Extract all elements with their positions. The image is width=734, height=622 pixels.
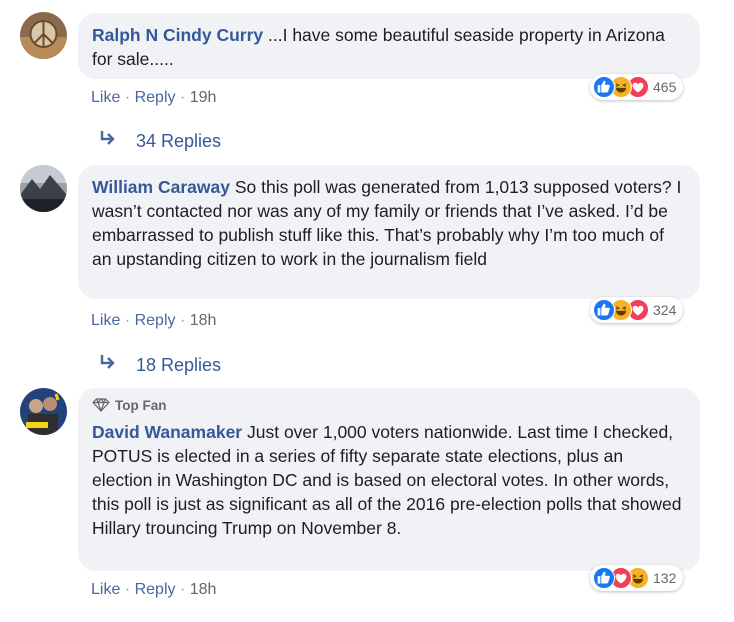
comment-text-block: Ralph N Cindy Curry ...I have some beaut… [92,23,686,71]
like-link[interactable]: Like [91,312,120,329]
reactions-summary[interactable]: 465 [590,74,684,100]
reactions-summary[interactable]: 132 [590,565,684,591]
like-icon [593,567,615,589]
comment-author[interactable]: David Wanamaker [92,422,242,442]
timestamp[interactable]: 19h [190,89,217,106]
comment-author[interactable]: Ralph N Cindy Curry [92,25,263,45]
view-replies-link[interactable]: 34 Replies [98,129,221,154]
reply-link[interactable]: Reply [135,581,176,598]
separator: · [179,312,186,329]
separator: · [179,89,186,106]
like-link[interactable]: Like [91,89,120,106]
avatar[interactable] [20,12,67,59]
reply-link[interactable]: Reply [135,312,176,329]
comment-bubble: Top Fan David Wanamaker Just over 1,000 … [78,388,700,571]
reaction-count: 324 [653,302,677,318]
separator: · [124,89,131,106]
replies-count[interactable]: 18 Replies [136,355,221,376]
timestamp[interactable]: 18h [190,581,217,598]
reply-arrow-icon [98,129,120,154]
separator: · [124,581,131,598]
view-replies-link[interactable]: 18 Replies [98,353,221,378]
top-fan-label: Top Fan [115,397,167,413]
comment-text-block: David Wanamaker Just over 1,000 voters n… [92,420,686,540]
comment-actions: Like · Reply · 19h [91,89,216,107]
separator: · [179,581,186,598]
comment-actions: Like · Reply · 18h [91,581,216,599]
separator: · [124,312,131,329]
reply-arrow-icon [98,353,120,378]
comment-text-block: William Caraway So this poll was generat… [92,175,686,271]
comment-bubble: William Caraway So this poll was generat… [78,165,700,299]
comment-author[interactable]: William Caraway [92,177,230,197]
reactions-summary[interactable]: 324 [590,297,684,323]
replies-count[interactable]: 34 Replies [136,131,221,152]
like-link[interactable]: Like [91,581,120,598]
avatar[interactable] [20,165,67,212]
like-icon [593,76,615,98]
top-fan-badge[interactable]: Top Fan [92,395,686,415]
timestamp[interactable]: 18h [190,312,217,329]
reaction-count: 132 [653,570,677,586]
reaction-count: 465 [653,79,677,95]
avatar[interactable] [20,388,67,435]
comment-actions: Like · Reply · 18h [91,312,216,330]
diamond-icon [92,398,110,412]
reply-link[interactable]: Reply [135,89,176,106]
like-icon [593,299,615,321]
comment-bubble: Ralph N Cindy Curry ...I have some beaut… [78,13,700,79]
